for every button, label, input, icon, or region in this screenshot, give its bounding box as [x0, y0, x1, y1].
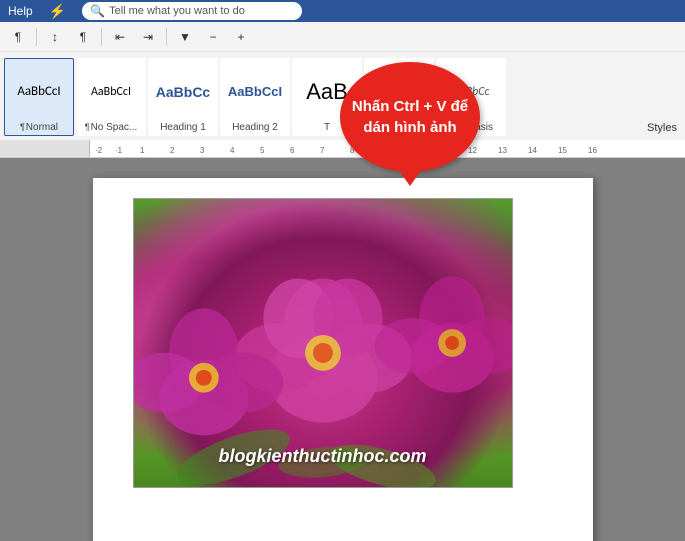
- style-normal-text: AaBbCcI: [17, 84, 60, 99]
- ruler-mark-7: 7: [320, 146, 324, 155]
- style-h1-preview: AaBbCc: [156, 63, 210, 120]
- ruler-mark-16: 16: [588, 146, 597, 155]
- styles-section-label: Styles: [647, 122, 677, 134]
- lightning-icon: ⚡: [49, 3, 66, 20]
- ruler-left-margin: [0, 140, 90, 157]
- styles-row: AaBbCcI ¶Normal AaBbCcI ¶No Spac... AaBb…: [0, 52, 685, 140]
- arrow-down-icon[interactable]: ▼: [173, 26, 197, 48]
- top-bar: Help ⚡ 🔍 Tell me what you want to do: [0, 0, 685, 22]
- tooltip-text: Nhấn Ctrl + V để dán hình ảnh: [340, 88, 480, 146]
- indent-left-icon[interactable]: ⇤: [108, 26, 132, 48]
- style-heading1[interactable]: AaBbCc Heading 1: [148, 58, 218, 136]
- show-hide-icon[interactable]: ¶: [71, 26, 95, 48]
- style-nospace-text: AaBbCcI: [91, 85, 131, 99]
- ruler-mark-1: 1: [140, 146, 144, 155]
- plus-icon[interactable]: +: [229, 26, 253, 48]
- style-h1-label: Heading 1: [160, 122, 206, 133]
- style-normal[interactable]: AaBbCcI ¶Normal: [4, 58, 74, 136]
- ruler-mark-4: 4: [230, 146, 234, 155]
- style-h2-preview: AaBbCcI: [228, 63, 282, 120]
- style-normal-preview: AaBbCcI: [17, 63, 60, 120]
- style-no-space[interactable]: AaBbCcI ¶No Spac...: [76, 58, 146, 136]
- ruler-mark-neg1: ·1: [115, 146, 122, 155]
- divider: [36, 28, 37, 46]
- document-image: blogkienthuctinhoc.com: [133, 198, 513, 488]
- ruler-mark-5: 5: [260, 146, 264, 155]
- tell-me-text: Tell me what you want to do: [109, 5, 245, 17]
- minus-icon[interactable]: −: [201, 26, 225, 48]
- style-heading2[interactable]: AaBbCcI Heading 2: [220, 58, 290, 136]
- sort-icon[interactable]: ↕: [43, 26, 67, 48]
- style-normal-label: ¶Normal: [20, 122, 58, 133]
- style-nospace-label: ¶No Spac...: [85, 122, 138, 133]
- ruler-mark-3: 3: [200, 146, 204, 155]
- ruler-mark-14: 14: [528, 146, 537, 155]
- orchid-svg: [134, 199, 512, 487]
- tooltip-balloon: Nhấn Ctrl + V để dán hình ảnh: [340, 62, 480, 172]
- ruler-mark-15: 15: [558, 146, 567, 155]
- watermark-text: blogkienthuctinhoc.com: [218, 446, 426, 467]
- ribbon-tools: ¶ ↕ ¶ ⇤ ⇥ ▼ − +: [0, 22, 685, 52]
- paragraph-icon[interactable]: ¶: [6, 26, 30, 48]
- divider3: [166, 28, 167, 46]
- ruler-mark-12: 12: [468, 146, 477, 155]
- search-icon: 🔍: [90, 4, 105, 18]
- tell-me-search-bar[interactable]: 🔍 Tell me what you want to do: [82, 2, 302, 20]
- style-h2-label: Heading 2: [232, 122, 278, 133]
- divider2: [101, 28, 102, 46]
- style-h2-text: AaBbCcI: [228, 84, 282, 99]
- indent-right-icon[interactable]: ⇥: [136, 26, 160, 48]
- style-nospace-preview: AaBbCcI: [91, 63, 131, 120]
- ruler-mark-6: 6: [290, 146, 294, 155]
- style-h1-text: AaBbCc: [156, 84, 210, 100]
- ruler-mark-2: 2: [170, 146, 174, 155]
- ruler-mark-13: 13: [498, 146, 507, 155]
- document-area: blogkienthuctinhoc.com: [0, 158, 685, 541]
- ruler-mark-neg2: ·2: [95, 146, 102, 155]
- style-title-label: T: [324, 122, 330, 133]
- help-menu[interactable]: Help: [8, 4, 33, 18]
- document-page[interactable]: blogkienthuctinhoc.com: [93, 178, 593, 541]
